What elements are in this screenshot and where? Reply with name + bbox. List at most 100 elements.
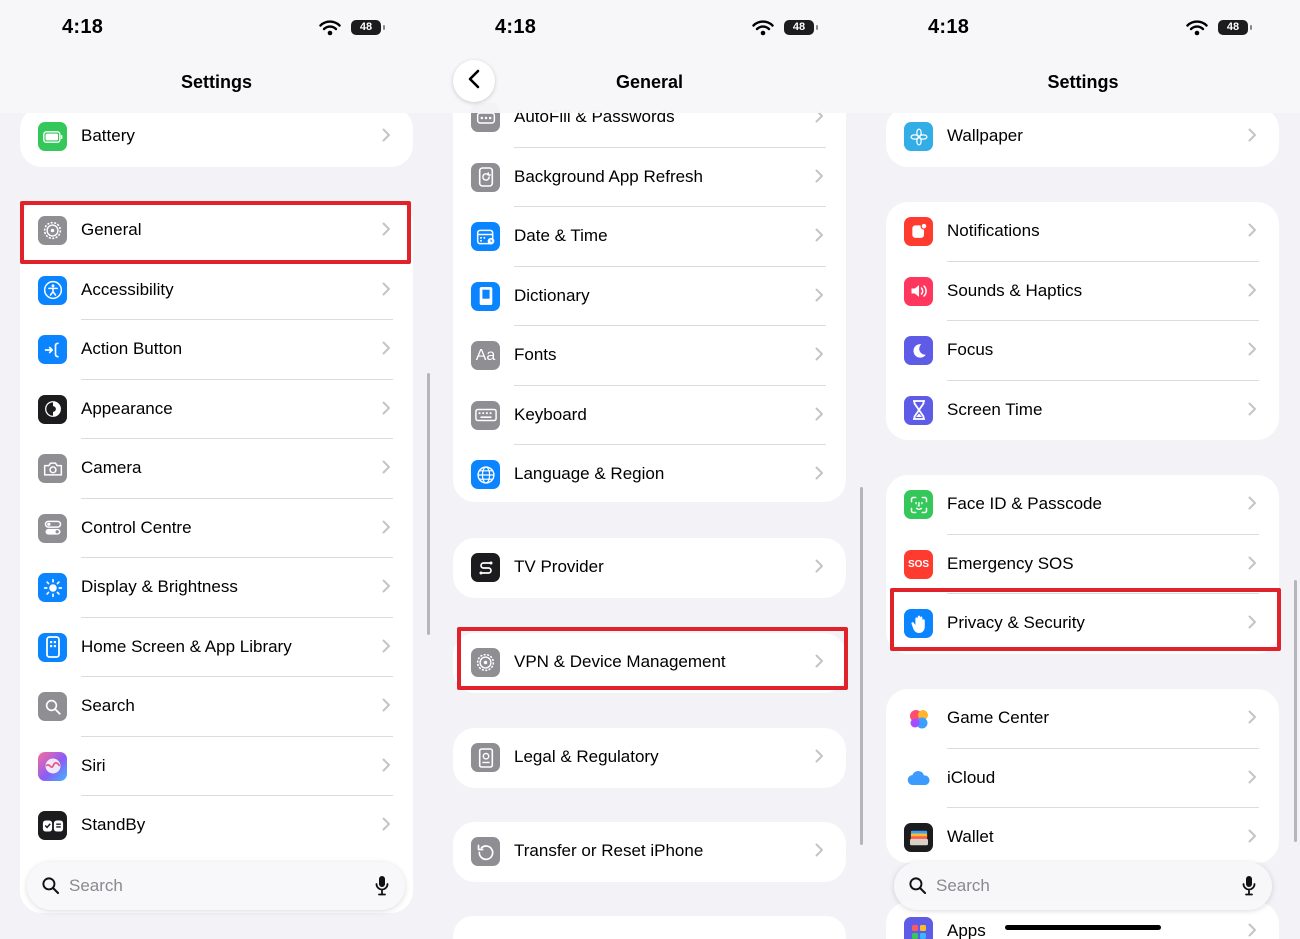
settings-row-emergency-sos[interactable]: SOS Emergency SOS <box>886 535 1279 595</box>
wallet-icon <box>904 823 933 852</box>
microphone-icon[interactable] <box>375 875 389 901</box>
row-label: Wallet <box>947 827 994 846</box>
search-icon <box>38 692 67 721</box>
chevron-right-icon <box>382 698 391 717</box>
row-label: Apps <box>947 921 986 939</box>
chevron-right-icon <box>815 749 824 768</box>
search-bar[interactable]: Search <box>894 862 1272 910</box>
settings-panel-left: Battery General Accessibility Action But… <box>0 0 433 939</box>
hourglass-icon <box>904 395 933 425</box>
appearance-icon <box>38 394 67 424</box>
page-title: Settings <box>1047 72 1119 92</box>
scroll-indicator[interactable] <box>427 373 430 635</box>
chevron-right-icon <box>382 579 391 598</box>
row-label: Focus <box>947 340 994 359</box>
settings-row-icloud[interactable]: iCloud <box>886 749 1279 809</box>
chevron-right-icon <box>815 559 824 578</box>
settings-row-standby[interactable]: StandBy <box>20 796 413 856</box>
general-row-keyboard[interactable]: Keyboard <box>453 386 846 446</box>
wifi-icon <box>1186 20 1208 41</box>
general-row-fonts[interactable]: Aa Fonts <box>453 326 846 386</box>
settings-row-camera[interactable]: Camera <box>20 439 413 499</box>
chevron-right-icon <box>1248 770 1257 789</box>
apps-icon <box>904 917 933 939</box>
settings-row-accessibility[interactable]: Accessibility <box>20 261 413 321</box>
chevron-right-icon <box>815 407 824 426</box>
status-time: 4:18 <box>495 16 537 38</box>
settings-row-face-id[interactable]: Face ID & Passcode <box>886 475 1279 535</box>
general-row-date-time[interactable]: Date & Time <box>453 207 846 267</box>
row-label: StandBy <box>81 815 146 834</box>
scroll-indicator[interactable] <box>860 487 863 845</box>
chevron-right-icon <box>1248 710 1257 729</box>
row-label: Date & Time <box>514 226 608 245</box>
search-icon <box>41 876 60 900</box>
chevron-right-icon <box>382 341 391 360</box>
settings-row-action-button[interactable]: Action Button <box>20 320 413 380</box>
row-label: Face ID & Passcode <box>947 494 1102 513</box>
search-placeholder: Search <box>936 876 990 895</box>
settings-row-battery[interactable]: Battery <box>20 107 413 167</box>
speaker-icon <box>904 276 933 306</box>
general-group-main: AutoFill & Passwords Background App Refr… <box>453 88 846 502</box>
settings-row-siri[interactable]: Siri <box>20 737 413 797</box>
search-bar[interactable]: Search <box>27 862 405 910</box>
row-label: Accessibility <box>81 279 174 299</box>
status-bar: 4:18 48 <box>866 16 1300 42</box>
settings-row-home-screen[interactable]: Home Screen & App Library <box>20 618 413 678</box>
accessibility-icon <box>38 275 67 305</box>
settings-row-display-brightness[interactable]: Display & Brightness <box>20 558 413 618</box>
tv-provider-icon <box>471 553 500 582</box>
general-group-partial <box>453 916 846 939</box>
general-row-background-refresh[interactable]: Background App Refresh <box>453 148 846 208</box>
general-row-dictionary[interactable]: Dictionary <box>453 267 846 327</box>
settings-row-appearance[interactable]: Appearance <box>20 380 413 440</box>
settings-row-focus[interactable]: Focus <box>886 321 1279 381</box>
chevron-right-icon <box>1248 402 1257 421</box>
row-label: Screen Time <box>947 399 1043 419</box>
settings-row-wallpaper[interactable]: Wallpaper <box>886 107 1279 167</box>
settings-row-sounds-haptics[interactable]: Sounds & Haptics <box>886 262 1279 322</box>
row-label: Camera <box>81 458 142 477</box>
chevron-right-icon <box>382 817 391 836</box>
wifi-icon <box>319 20 341 41</box>
legal-icon <box>471 743 500 772</box>
chevron-right-icon <box>382 520 391 539</box>
row-label: Control Centre <box>81 517 192 537</box>
cloud-icon <box>904 763 933 793</box>
general-row-language-region[interactable]: Language & Region <box>453 445 846 502</box>
microphone-icon[interactable] <box>1242 875 1256 901</box>
chevron-right-icon <box>382 758 391 777</box>
row-label: Siri <box>81 755 106 775</box>
row-label: Language & Region <box>514 464 665 483</box>
status-bar: 4:18 48 <box>433 16 866 42</box>
settings-row-screen-time[interactable]: Screen Time <box>886 381 1279 441</box>
general-row-legal-regulatory[interactable]: Legal & Regulatory <box>453 728 846 788</box>
settings-row-control-centre[interactable]: Control Centre <box>20 499 413 559</box>
chevron-right-icon <box>1248 496 1257 515</box>
row-label: Display & Brightness <box>81 577 238 596</box>
scroll-indicator[interactable] <box>1294 580 1297 842</box>
general-row-transfer-reset[interactable]: Transfer or Reset iPhone <box>453 822 846 882</box>
row-label: TV Provider <box>514 557 604 576</box>
wallpaper-icon <box>904 122 933 151</box>
settings-row-search[interactable]: Search <box>20 677 413 737</box>
general-group-legal: Legal & Regulatory <box>453 728 846 788</box>
settings-row-game-center[interactable]: Game Center <box>886 689 1279 749</box>
chevron-right-icon <box>1248 923 1257 939</box>
phone-icon <box>38 632 67 662</box>
face-id-icon <box>904 490 933 519</box>
settings-row-notifications[interactable]: Notifications <box>886 202 1279 262</box>
chevron-right-icon <box>1248 283 1257 302</box>
chevron-right-icon <box>815 228 824 247</box>
fonts-icon: Aa <box>471 341 500 370</box>
home-indicator[interactable] <box>1005 925 1161 930</box>
search-placeholder: Search <box>69 876 123 895</box>
bell-icon <box>904 217 933 246</box>
settings-row-wallet[interactable]: Wallet <box>886 808 1279 863</box>
battery-icon <box>38 122 67 151</box>
chevron-right-icon <box>1248 829 1257 848</box>
battery-status: 48 <box>1218 20 1252 35</box>
general-row-tv-provider[interactable]: TV Provider <box>453 538 846 598</box>
settings-group-services: Game Center iCloud Wallet <box>886 689 1279 863</box>
